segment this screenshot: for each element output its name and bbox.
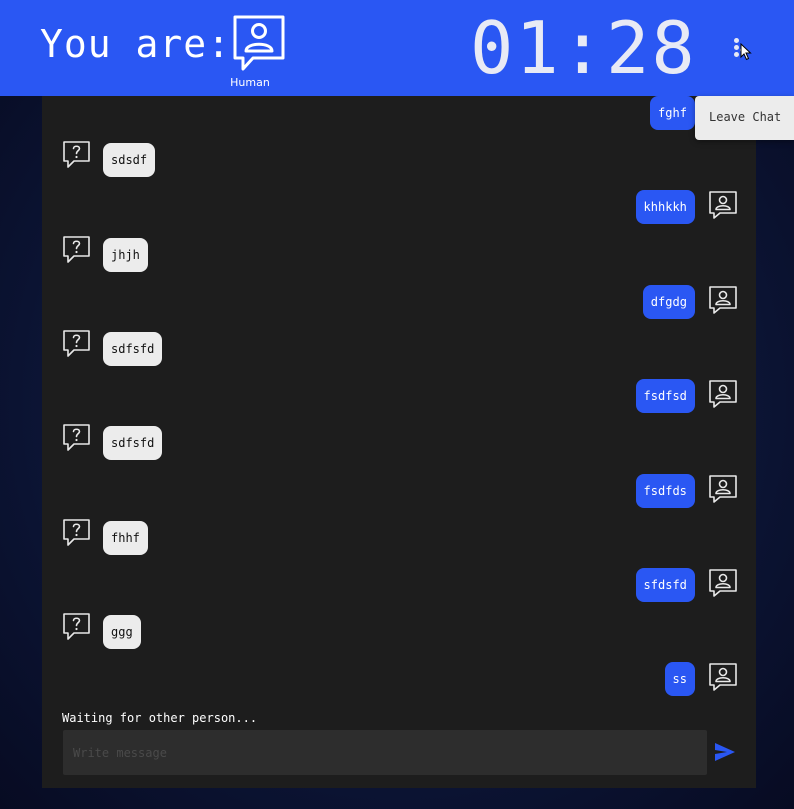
- question-chat-icon: [63, 613, 90, 640]
- menu-dot: [734, 45, 739, 50]
- other-message-bubble: sdsdf: [103, 143, 156, 178]
- person-chat-icon: [709, 569, 737, 597]
- message-input[interactable]: [63, 730, 707, 775]
- question-chat-icon: [63, 424, 90, 452]
- waiting-status: Waiting for other person...: [62, 711, 258, 725]
- my-message-bubble: ss: [664, 662, 695, 697]
- menu-dot: [734, 38, 739, 43]
- countdown-timer: 01:28: [470, 6, 697, 90]
- person-chat-icon: [709, 380, 737, 408]
- top-bar: You are: Human 01:28: [0, 0, 794, 96]
- send-icon[interactable]: [712, 740, 738, 764]
- question-chat-icon: [63, 330, 90, 357]
- question-chat-icon: [63, 141, 90, 168]
- my-message-bubble: fsdfds: [635, 473, 695, 508]
- menu-dot: [734, 52, 739, 57]
- other-message-bubble: fhhf: [103, 520, 148, 555]
- chat-page: You are: Human 01:28 fghf sdsdf khhkkh jhjh…: [0, 0, 794, 809]
- leave-chat-menu-item[interactable]: Leave Chat: [709, 110, 781, 124]
- person-chat-icon: [709, 474, 737, 503]
- question-chat-icon: [63, 235, 90, 263]
- other-message-bubble: sdfsfd: [103, 426, 163, 461]
- person-chat-icon: [709, 285, 737, 314]
- person-chat-icon: [233, 15, 285, 71]
- my-message-bubble: sfdsfd: [635, 568, 695, 602]
- you-are-label: You are:: [40, 22, 232, 66]
- other-message-bubble: sdfsfd: [103, 332, 163, 366]
- person-chat-icon: [709, 191, 737, 220]
- mouse-cursor-icon: [740, 43, 752, 61]
- my-message-bubble: fghf: [650, 96, 695, 130]
- other-message-bubble: ggg: [103, 615, 141, 650]
- chat-panel: fghf sdsdf khhkkh jhjh dfgdg sdfsfd fsdfsd sdfs…: [42, 96, 756, 788]
- my-message-bubble: khhkkh: [635, 190, 695, 225]
- options-menu: Leave Chat: [695, 96, 794, 140]
- question-chat-icon: [63, 518, 90, 546]
- my-message-bubble: fsdfsd: [635, 379, 695, 414]
- my-message-bubble: dfgdg: [642, 284, 695, 319]
- person-chat-icon: [709, 663, 737, 692]
- role-label: Human: [230, 76, 270, 89]
- other-message-bubble: jhjh: [103, 237, 148, 272]
